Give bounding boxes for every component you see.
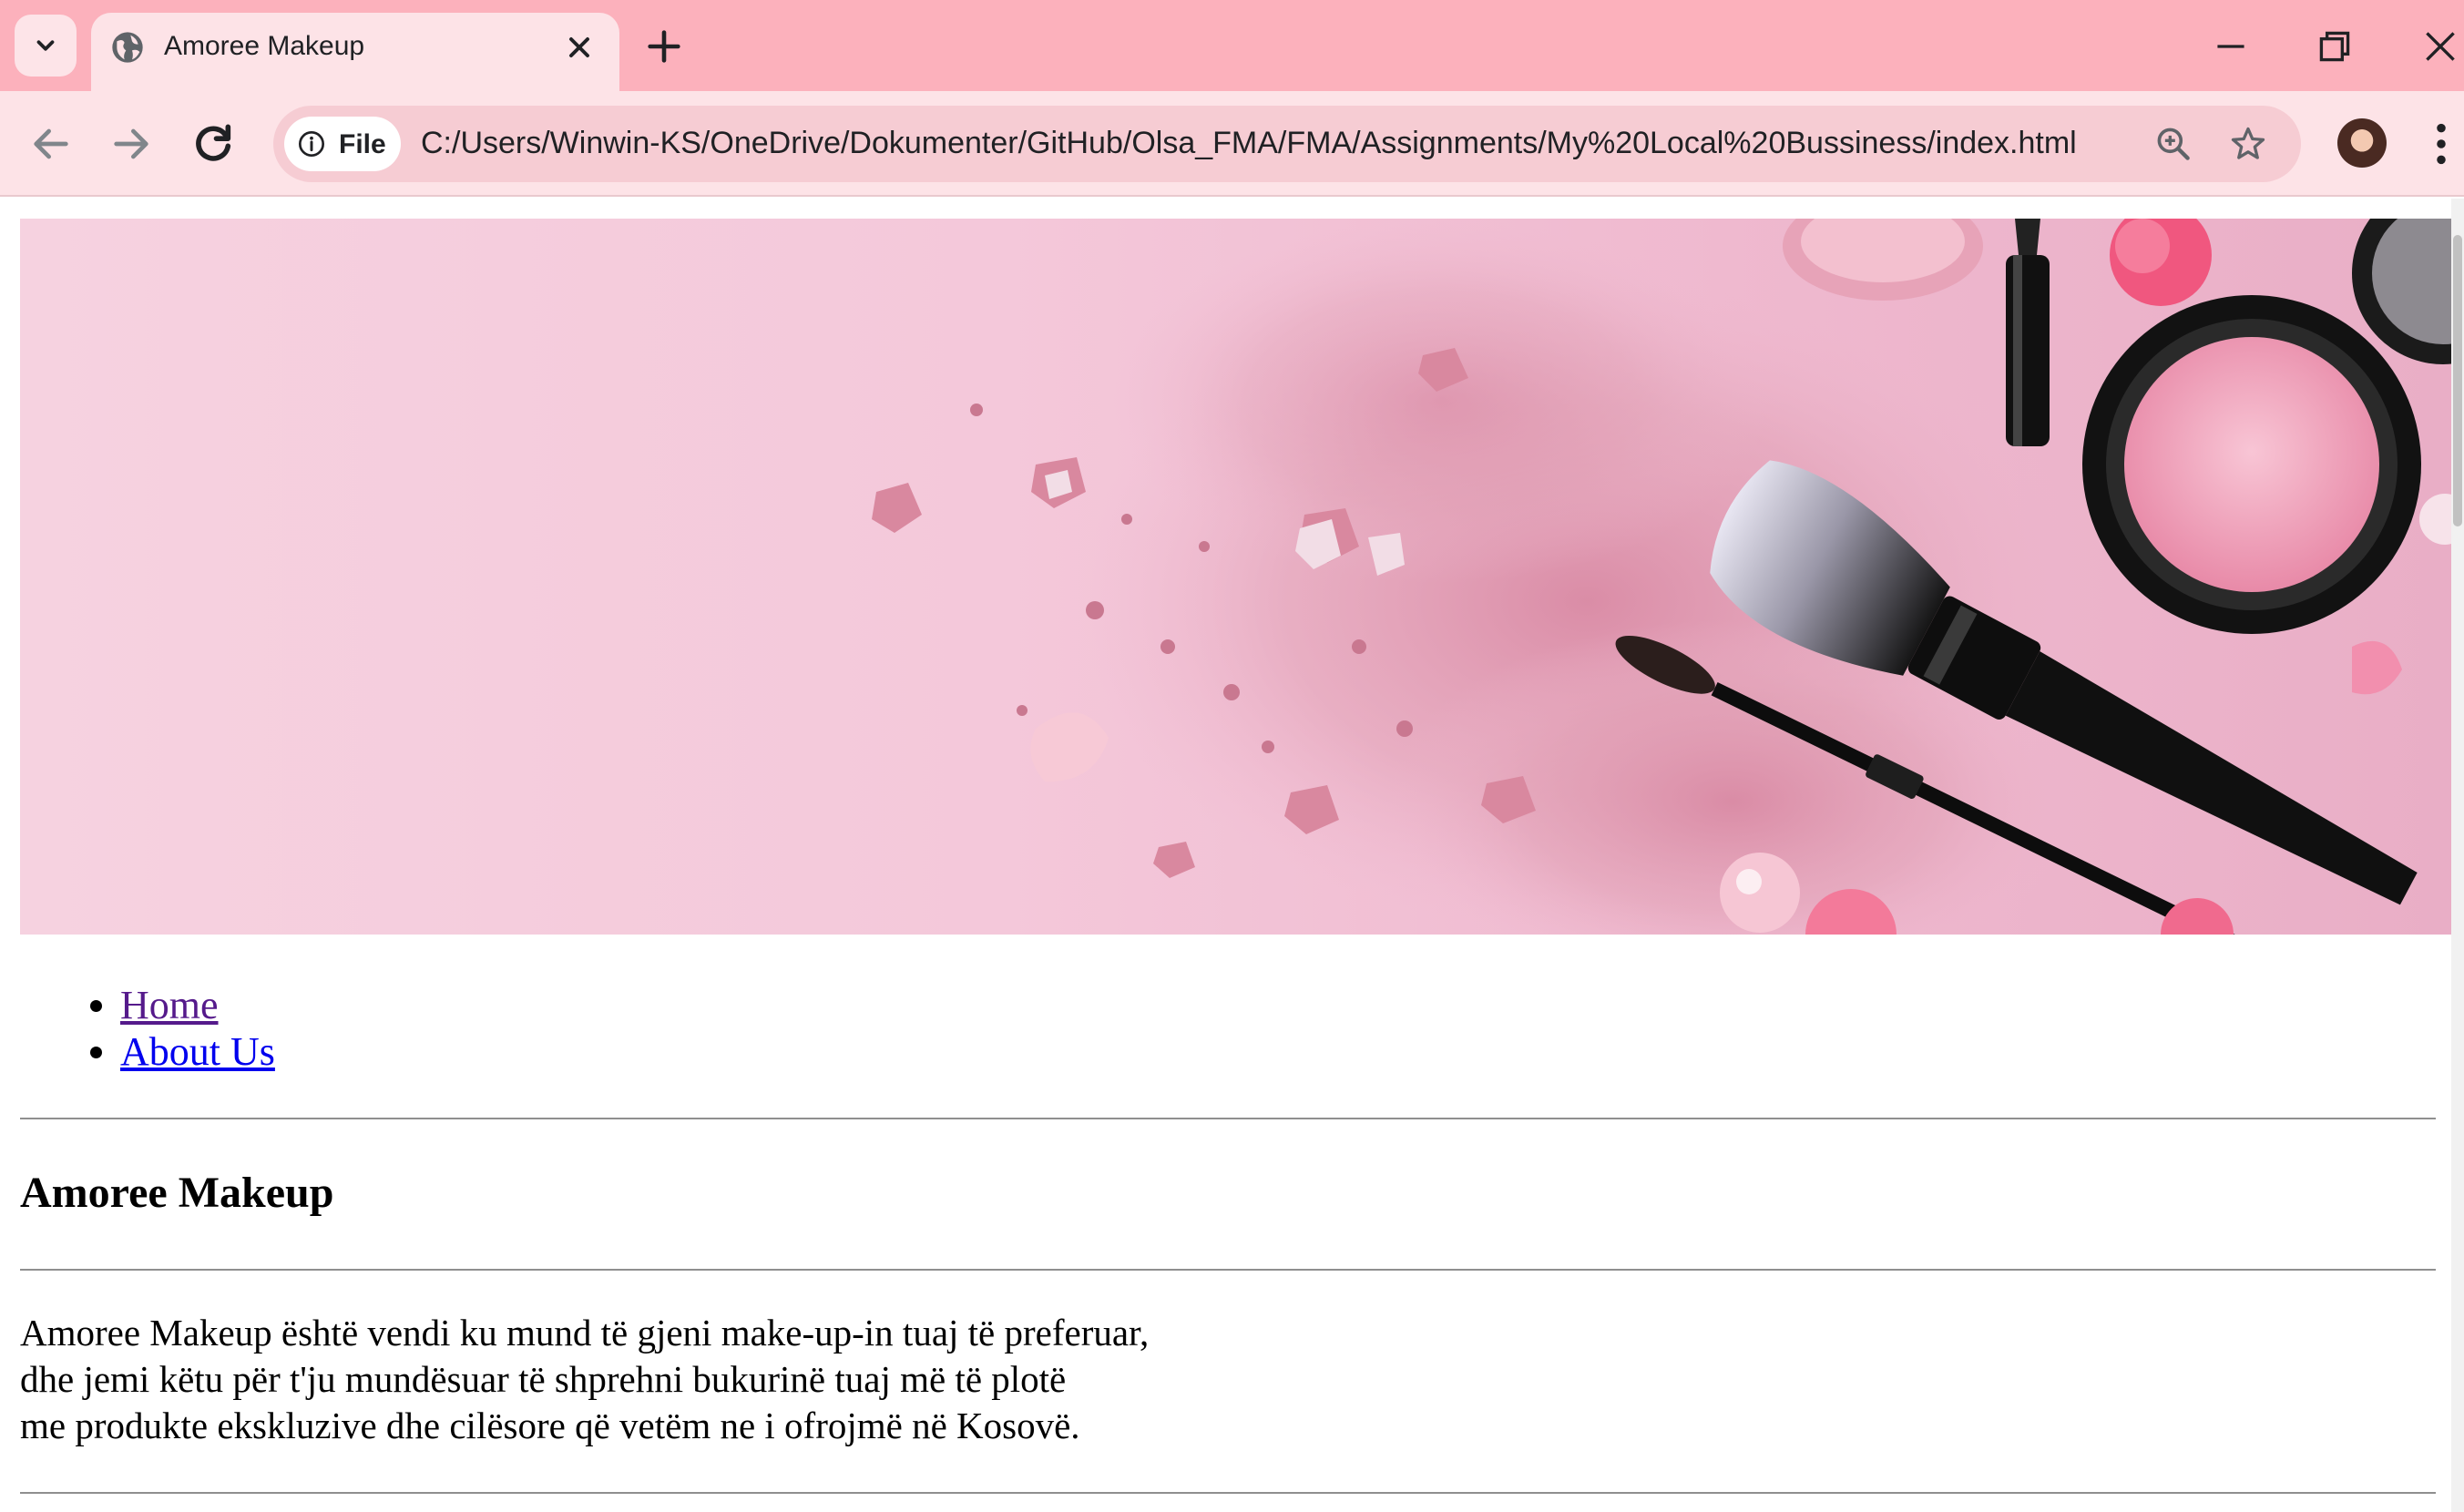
info-icon [299,131,324,157]
profile-avatar[interactable] [2337,118,2387,168]
zoom-icon[interactable] [2153,124,2193,164]
new-tab-icon[interactable] [643,26,685,67]
active-tab[interactable]: Amoree Makeup [91,13,619,91]
makeup-banner-illustration [872,219,2454,935]
url-text[interactable]: C:/Users/Winwin-KS/OneDrive/Dokumenter/G… [421,126,2077,161]
tab-strip: Amoree Makeup [0,0,2464,91]
intro-line: Amoree Makeup është vendi ku mund të gje… [20,1312,1150,1354]
site-info-chip[interactable]: File [284,117,401,171]
restore-icon[interactable] [2312,24,2357,69]
intro-paragraph: Amoree Makeup është vendi ku mund të gje… [20,1310,1149,1449]
page-scrollbar[interactable] [2451,199,2464,1512]
more-menu-icon[interactable] [2428,120,2454,168]
forward-arrow-icon[interactable] [106,118,157,169]
site-info-label: File [339,129,386,159]
back-arrow-icon[interactable] [26,118,77,169]
close-tab-icon[interactable] [563,31,596,64]
globe-icon [112,32,143,63]
tab-title: Amoree Makeup [164,31,365,61]
divider [20,1492,2436,1494]
tab-search-button[interactable] [15,15,77,77]
nav-link-home[interactable]: Home [120,983,219,1027]
close-window-icon[interactable] [2418,24,2463,69]
bookmark-star-icon[interactable] [2228,124,2268,164]
nav-item-about: About Us [120,1028,275,1075]
intro-line: me produkte ekskluzive dhe cilësore që v… [20,1405,1080,1446]
browser-toolbar: File C:/Users/Winwin-KS/OneDrive/Dokumen… [0,91,2464,197]
scrollbar-thumb[interactable] [2453,235,2462,526]
intro-line: dhe jemi këtu për t'ju mundësuar të shpr… [20,1358,1067,1400]
divider [20,1118,2436,1119]
makeup-banner-image [20,219,2454,935]
site-nav: Home About Us [120,982,275,1075]
divider [20,1269,2436,1271]
nav-item-home: Home [120,982,275,1028]
reload-icon[interactable] [188,118,239,169]
minimize-icon[interactable] [2208,24,2254,69]
nav-link-about-us[interactable]: About Us [120,1029,275,1074]
chevron-down-icon [36,40,55,51]
address-bar[interactable]: File C:/Users/Winwin-KS/OneDrive/Dokumen… [273,106,2301,182]
page-title: Amoree Makeup [20,1169,334,1217]
page-viewport: Home About Us Amoree Makeup Amoree Makeu… [0,199,2464,1512]
